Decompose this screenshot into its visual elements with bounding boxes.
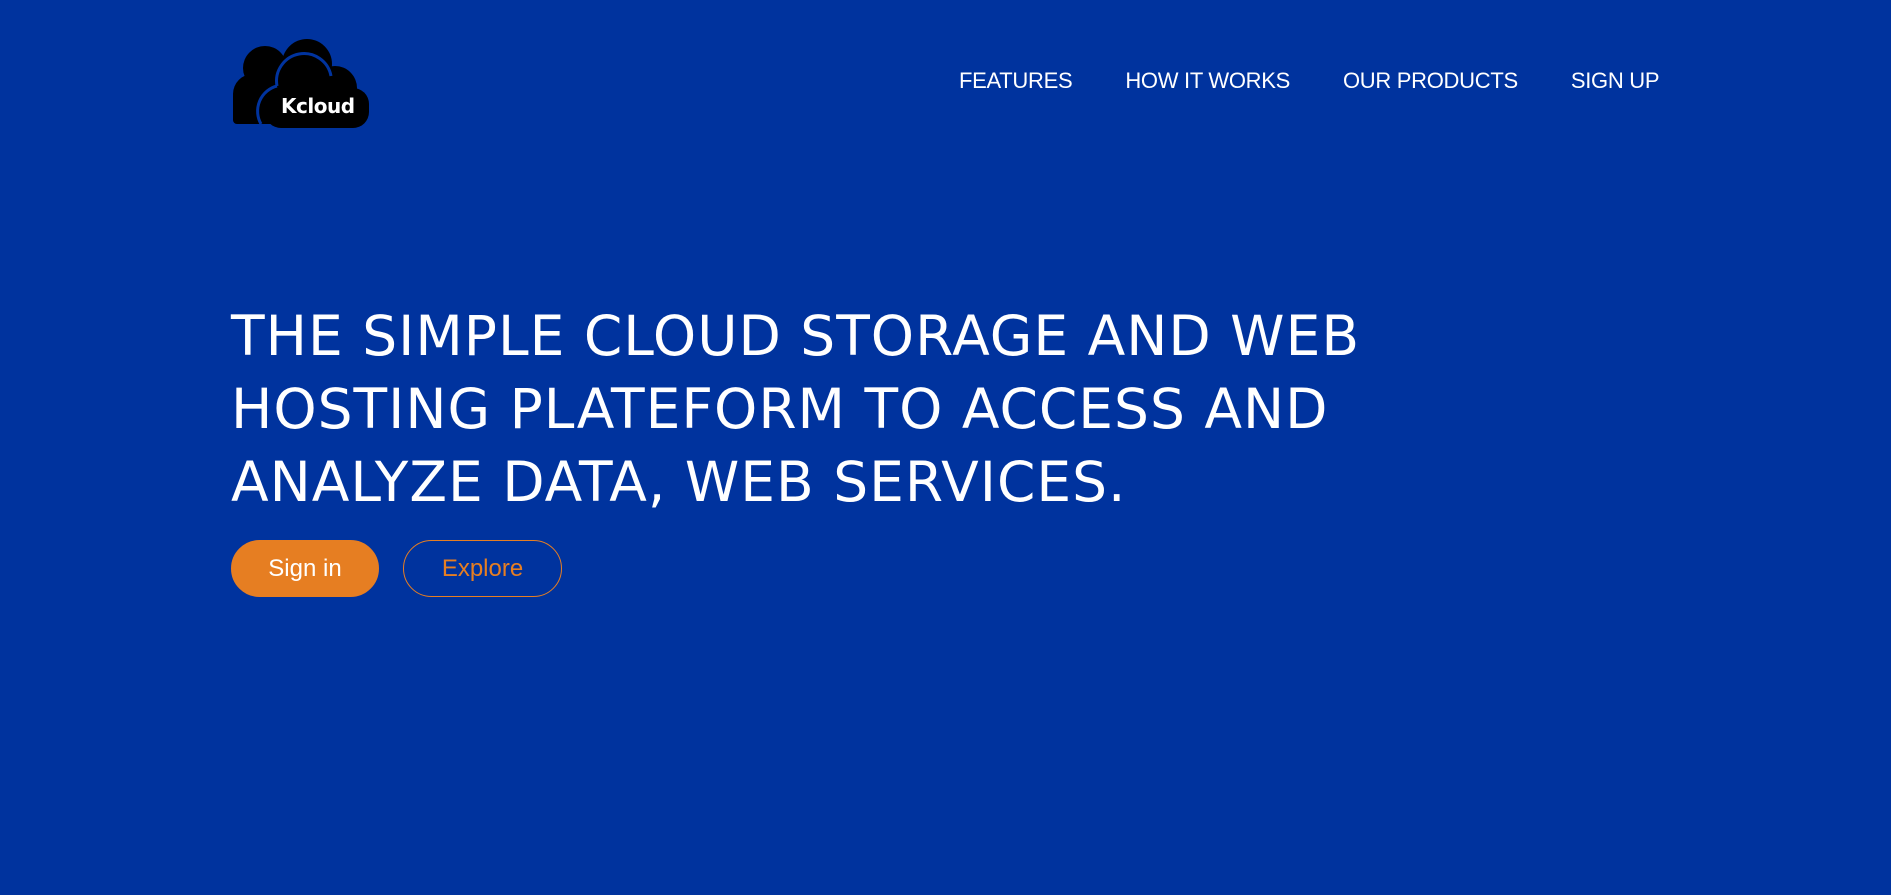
nav-link-our-products[interactable]: OUR PRODUCTS [1343, 68, 1518, 94]
landing-page: Kcloud FEATURES HOW IT WORKS OUR PRODUCT… [0, 0, 1891, 895]
hero-title: THE SIMPLE CLOUD STORAGE AND WEB HOSTING… [231, 300, 1531, 519]
sign-in-button[interactable]: Sign in [231, 540, 379, 597]
nav-link-features[interactable]: FEATURES [959, 68, 1073, 94]
main-nav: FEATURES HOW IT WORKS OUR PRODUCTS SIGN … [959, 66, 1660, 96]
hero-title-line: ANALYZE DATA, WEB SERVICES. [231, 450, 1127, 514]
nav-link-how-it-works[interactable]: HOW IT WORKS [1125, 68, 1290, 94]
hero-section: THE SIMPLE CLOUD STORAGE AND WEB HOSTING… [231, 300, 1531, 519]
hero-title-line: THE SIMPLE CLOUD STORAGE AND WEB [231, 304, 1361, 368]
brand-logo[interactable]: Kcloud [231, 36, 371, 128]
logo-text: Kcloud [281, 94, 355, 118]
nav-link-sign-up[interactable]: SIGN UP [1571, 68, 1660, 94]
explore-button[interactable]: Explore [403, 540, 562, 597]
hero-title-line: HOSTING PLATEFORM TO ACCESS AND [231, 377, 1329, 441]
site-header: Kcloud FEATURES HOW IT WORKS OUR PRODUCT… [0, 0, 1891, 140]
hero-actions: Sign in Explore [231, 540, 562, 597]
